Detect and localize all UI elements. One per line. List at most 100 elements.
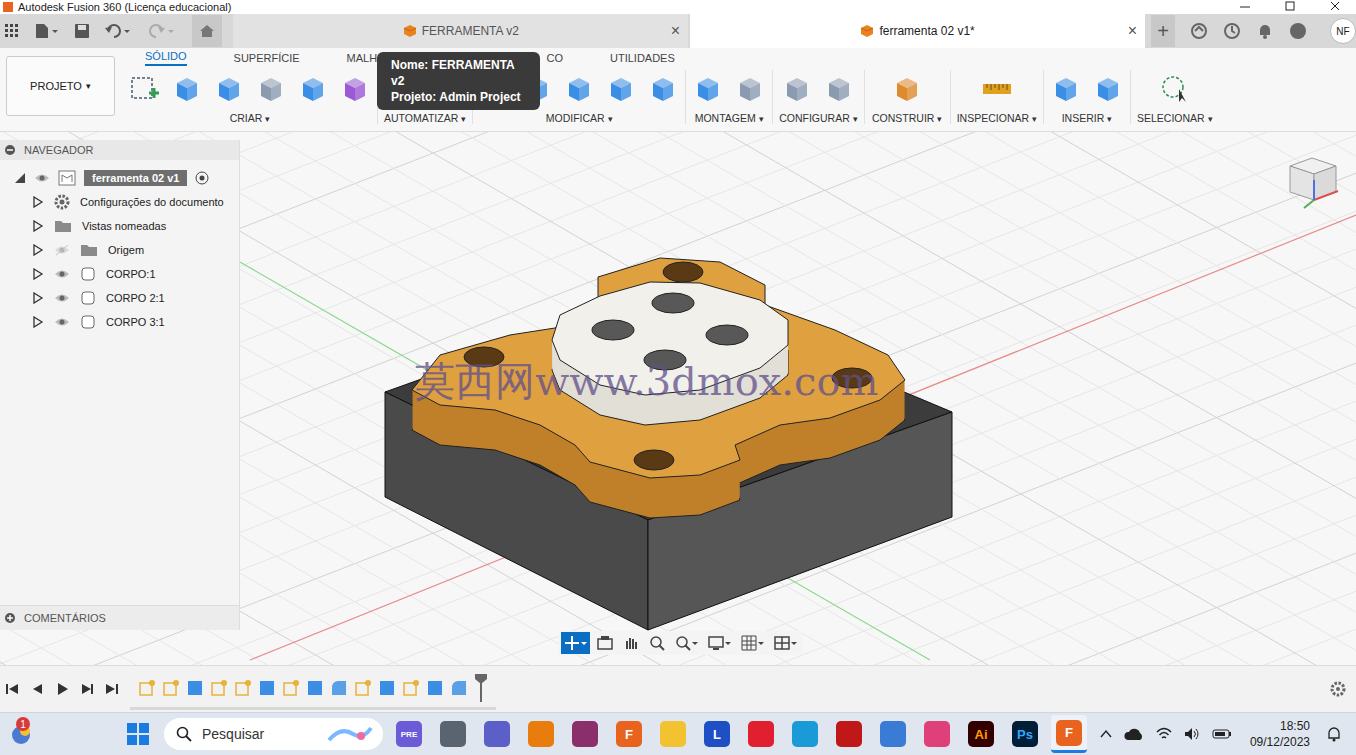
shell-icon[interactable] [563,73,595,105]
extrude-feature-icon[interactable] [186,679,204,697]
navigator-header[interactable]: NAVEGADOR [0,140,239,160]
battery-icon[interactable] [1212,728,1232,740]
document-tab[interactable]: ferramenta 02 v1*× [690,14,1145,48]
taskbar-search[interactable]: Pesquisar [164,718,383,750]
apps-grid-icon[interactable] [4,23,20,39]
eye-icon[interactable] [54,316,70,328]
sketch-feature-icon[interactable] [282,679,300,697]
navigator-item[interactable]: CORPO 2:1 [0,286,239,310]
workspace-tab[interactable]: CO [547,52,564,66]
tool-group-label[interactable]: SELECIONAR ▾ [1137,108,1213,124]
expand-caret-icon[interactable] [14,172,26,184]
workspace-tab[interactable]: UTILIDADES [610,52,675,66]
new-tab-button[interactable]: + [1151,15,1175,47]
help-icon[interactable] [1289,22,1307,40]
navigator-item[interactable]: CORPO:1 [0,262,239,286]
fillet-feature-icon[interactable] [330,679,348,697]
winrar-button[interactable] [567,715,603,753]
step-back-icon[interactable] [30,682,44,696]
timeline-marker-icon[interactable] [474,673,488,703]
tool-group-label[interactable]: INSPECIONAR ▾ [957,108,1037,124]
select-icon[interactable] [1159,73,1191,105]
expand-caret-icon[interactable] [32,268,44,280]
undo-icon[interactable] [104,23,134,39]
root-label[interactable]: ferramenta 02 v1 [84,170,187,186]
navigator-item[interactable]: Configurações do documento [0,190,239,214]
file-menu-icon[interactable] [34,23,60,39]
tool-group-label[interactable]: CONFIGURAR ▾ [779,108,858,124]
task-view-button[interactable] [435,715,471,753]
project-button[interactable]: PROJETO ▾ [6,56,115,116]
sketch-feature-icon[interactable] [402,679,420,697]
fit-button[interactable] [672,632,701,654]
timeline-settings-icon[interactable] [1330,681,1346,697]
comments-header[interactable]: COMENTÁRIOS [0,605,239,630]
eye-icon[interactable] [34,172,50,184]
photoshop-button[interactable]: Ps [1007,715,1043,753]
save-icon[interactable] [74,23,90,39]
sweep-icon[interactable] [213,73,245,105]
expand-caret-icon[interactable] [32,196,44,208]
sketch-feature-icon[interactable] [210,679,228,697]
tab-close-button[interactable]: × [671,22,688,40]
illustrator-button[interactable]: Ai [963,715,999,753]
speaker-icon[interactable] [1184,727,1200,741]
joint-icon[interactable] [734,73,766,105]
job-status-icon[interactable] [1223,22,1241,40]
notification-bell-icon[interactable] [1326,726,1342,742]
edge-button[interactable] [787,715,823,753]
orbit-button[interactable] [561,632,590,654]
hole-icon[interactable] [255,73,287,105]
redo-icon[interactable] [148,23,178,39]
expand-caret-icon[interactable] [32,316,44,328]
home-button[interactable] [192,15,222,47]
eye-icon[interactable] [54,244,70,256]
fusion-360-active-button[interactable]: F [1051,715,1087,753]
navigator-root[interactable]: ferramenta 02 v1 [0,166,239,190]
store-button[interactable] [875,715,911,753]
sketch-feature-icon[interactable] [354,679,372,697]
insert-icon[interactable] [1050,73,1082,105]
collapse-icon[interactable] [4,144,16,156]
navigator-item[interactable]: CORPO 3:1 [0,310,239,334]
go-to-end-icon[interactable] [105,682,119,696]
combine-icon[interactable] [605,73,637,105]
expand-caret-icon[interactable] [32,244,44,256]
viewports-button[interactable] [771,632,800,654]
fillet-feature-icon[interactable] [450,679,468,697]
tool-group-label[interactable]: CONSTRUIR ▾ [872,108,942,124]
notification-icon[interactable] [1256,22,1274,40]
windows-start-icon[interactable] [126,722,150,746]
tool-group-label[interactable]: CRIAR ▾ [230,108,271,124]
chevron-up-icon[interactable] [1100,729,1112,739]
expand-icon[interactable] [4,612,16,624]
extrude-feature-icon[interactable] [426,679,444,697]
file-explorer-button[interactable] [655,715,691,753]
look-at-button[interactable] [594,632,616,654]
navigator-item[interactable]: Vistas nomeadas [0,214,239,238]
table-icon[interactable] [823,73,855,105]
creative-cloud-button[interactable] [919,715,955,753]
measure-icon[interactable] [981,73,1013,105]
workspace-tab[interactable]: SUPERFÍCIE [234,52,300,66]
fusion-360-button[interactable]: F [611,715,647,753]
image-icon[interactable] [1092,73,1124,105]
sketch-feature-icon[interactable] [162,679,180,697]
tool-group-label[interactable]: MONTAGEM ▾ [695,108,764,124]
widgets-button[interactable]: 1 [0,721,124,747]
expand-caret-icon[interactable] [32,220,44,232]
eye-icon[interactable] [54,268,70,280]
sketch-feature-icon[interactable] [138,679,156,697]
sketch-icon[interactable] [129,73,161,105]
tool-group-label[interactable]: MODIFICAR ▾ [546,108,613,124]
form-icon[interactable] [339,73,371,105]
view-cube-icon[interactable] [1282,150,1342,212]
tool-group-label[interactable]: INSERIR ▾ [1062,108,1113,124]
eye-icon[interactable] [54,292,70,304]
close-icon[interactable] [1328,1,1342,13]
wifi-icon[interactable] [1156,727,1172,741]
mcafee-button[interactable] [831,715,867,753]
minimize-icon[interactable] [1238,1,1252,13]
step-forward-icon[interactable] [80,682,94,696]
chat-button[interactable] [479,715,515,753]
